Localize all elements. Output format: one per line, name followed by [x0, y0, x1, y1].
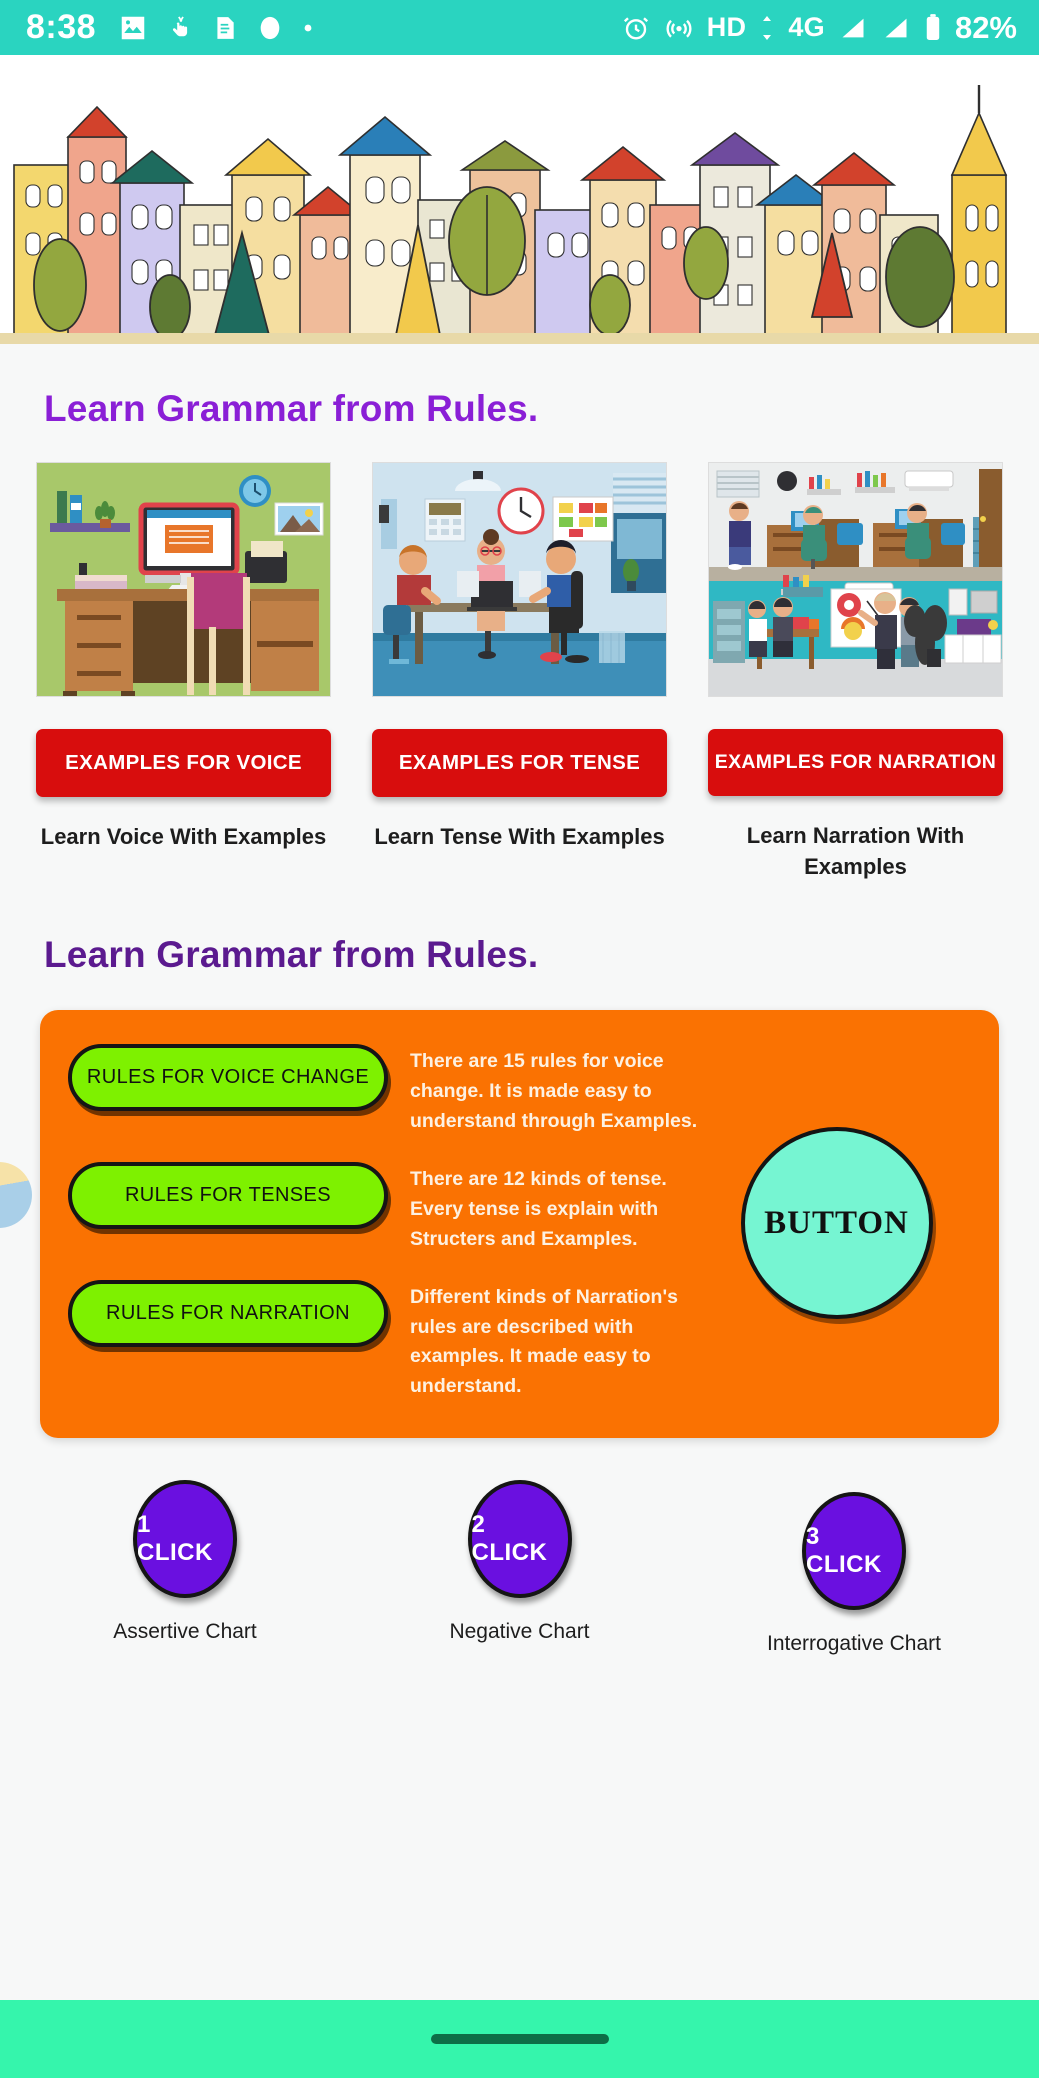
document-icon — [212, 13, 238, 43]
hand-tap-icon — [166, 13, 194, 43]
rules-heading: Learn Grammar from Rules. — [44, 934, 539, 976]
system-navigation-bar — [0, 2000, 1039, 2078]
circle-icon — [256, 13, 284, 43]
examples-card-row: EXAMPLES FOR VOICE Learn Voice With Exam… — [0, 430, 1039, 882]
rule-tenses-description: There are 12 kinds of tense. Every tense… — [410, 1168, 667, 1250]
negative-chart-circle-button[interactable]: 2 CLICK — [467, 1479, 572, 1598]
example-card-voice-caption: Learn Voice With Examples — [40, 824, 327, 849]
rule-narration-description: Different kinds of Narration's rules are… — [410, 1286, 678, 1398]
big-circle-button[interactable]: BUTTON — [740, 1127, 933, 1320]
rule-voice-description: There are 15 rules for voice change. It … — [410, 1050, 698, 1132]
classroom-office-illustration — [708, 462, 1003, 697]
example-card-tense-caption: Learn Tense With Examples — [374, 824, 665, 849]
image-icon — [118, 13, 148, 43]
interrogative-chart-circle-button[interactable]: 3 CLICK — [802, 1491, 906, 1610]
chart-click-row: 1 CLICK Assertive Chart 2 CLICK Negative… — [0, 1438, 1039, 1656]
example-card-narration-caption: Learn Narration With Examples — [746, 823, 965, 880]
assertive-chart-circle-button[interactable]: 1 CLICK — [133, 1479, 237, 1598]
interrogative-chart-caption: Interrogative Chart — [767, 1631, 941, 1655]
examples-heading: Learn Grammar from Rules. — [44, 388, 539, 429]
big-button-column: BUTTON — [710, 1127, 963, 1320]
dot-icon — [302, 13, 314, 43]
rule-row-voice: RULES FOR VOICE CHANGE There are 15 rule… — [68, 1044, 710, 1136]
rules-for-voice-change-button[interactable]: RULES FOR VOICE CHANGE — [68, 1044, 388, 1112]
status-right-icon-group: HD 4G 82% — [621, 10, 1017, 46]
team-office-illustration — [372, 462, 667, 697]
rules-for-tenses-button[interactable]: RULES FOR TENSES — [68, 1162, 388, 1230]
examples-for-voice-button[interactable]: EXAMPLES FOR VOICE — [36, 729, 331, 797]
main-content: Learn Grammar from Rules. EXAMPLES FOR V… — [0, 344, 1039, 1656]
rules-list: RULES FOR VOICE CHANGE There are 15 rule… — [68, 1044, 710, 1401]
rule-row-tenses: RULES FOR TENSES There are 12 kinds of t… — [68, 1162, 710, 1254]
signal-bars-icon — [881, 14, 911, 42]
battery-percent: 82% — [954, 9, 1017, 45]
rules-panel: RULES FOR VOICE CHANGE There are 15 rule… — [40, 1010, 999, 1438]
status-left-icon-group — [118, 13, 314, 43]
rule-row-narration: RULES FOR NARRATION Different kinds of N… — [68, 1280, 710, 1402]
town-illustration-svg — [0, 55, 1039, 344]
chart-item-assertive: 1 CLICK Assertive Chart — [60, 1479, 310, 1656]
hd-label: HD — [706, 12, 747, 42]
alarm-icon — [621, 13, 651, 43]
town-illustration-banner — [0, 55, 1039, 344]
chart-item-negative: 2 CLICK Negative Chart — [395, 1479, 645, 1656]
data-transfer-arrows-icon — [759, 13, 775, 43]
network-label: 4G — [788, 12, 825, 42]
status-bar: 8:38 HD 4G 82% — [0, 0, 1039, 55]
hotspot-icon — [664, 13, 694, 43]
battery-icon — [924, 13, 942, 43]
desk-office-illustration — [36, 462, 331, 697]
example-card-tense: EXAMPLES FOR TENSE Learn Tense With Exam… — [372, 462, 667, 882]
assertive-chart-caption: Assertive Chart — [113, 1619, 257, 1643]
examples-for-tense-button[interactable]: EXAMPLES FOR TENSE — [372, 729, 667, 797]
signal-bars-icon — [838, 14, 868, 42]
example-card-narration: EXAMPLES FOR NARRATION Learn Narration W… — [708, 462, 1003, 882]
rules-for-narration-button[interactable]: RULES FOR NARRATION — [68, 1280, 388, 1348]
gesture-home-pill[interactable] — [430, 2034, 609, 2044]
examples-for-narration-button[interactable]: EXAMPLES FOR NARRATION — [708, 729, 1003, 796]
chart-item-interrogative: 3 CLICK Interrogative Chart — [729, 1491, 979, 1656]
example-card-voice: EXAMPLES FOR VOICE Learn Voice With Exam… — [36, 462, 331, 882]
negative-chart-caption: Negative Chart — [449, 1619, 590, 1643]
rules-panel-wrapper: RULES FOR VOICE CHANGE There are 15 rule… — [0, 976, 1039, 1438]
status-time: 8:38 — [26, 8, 97, 46]
